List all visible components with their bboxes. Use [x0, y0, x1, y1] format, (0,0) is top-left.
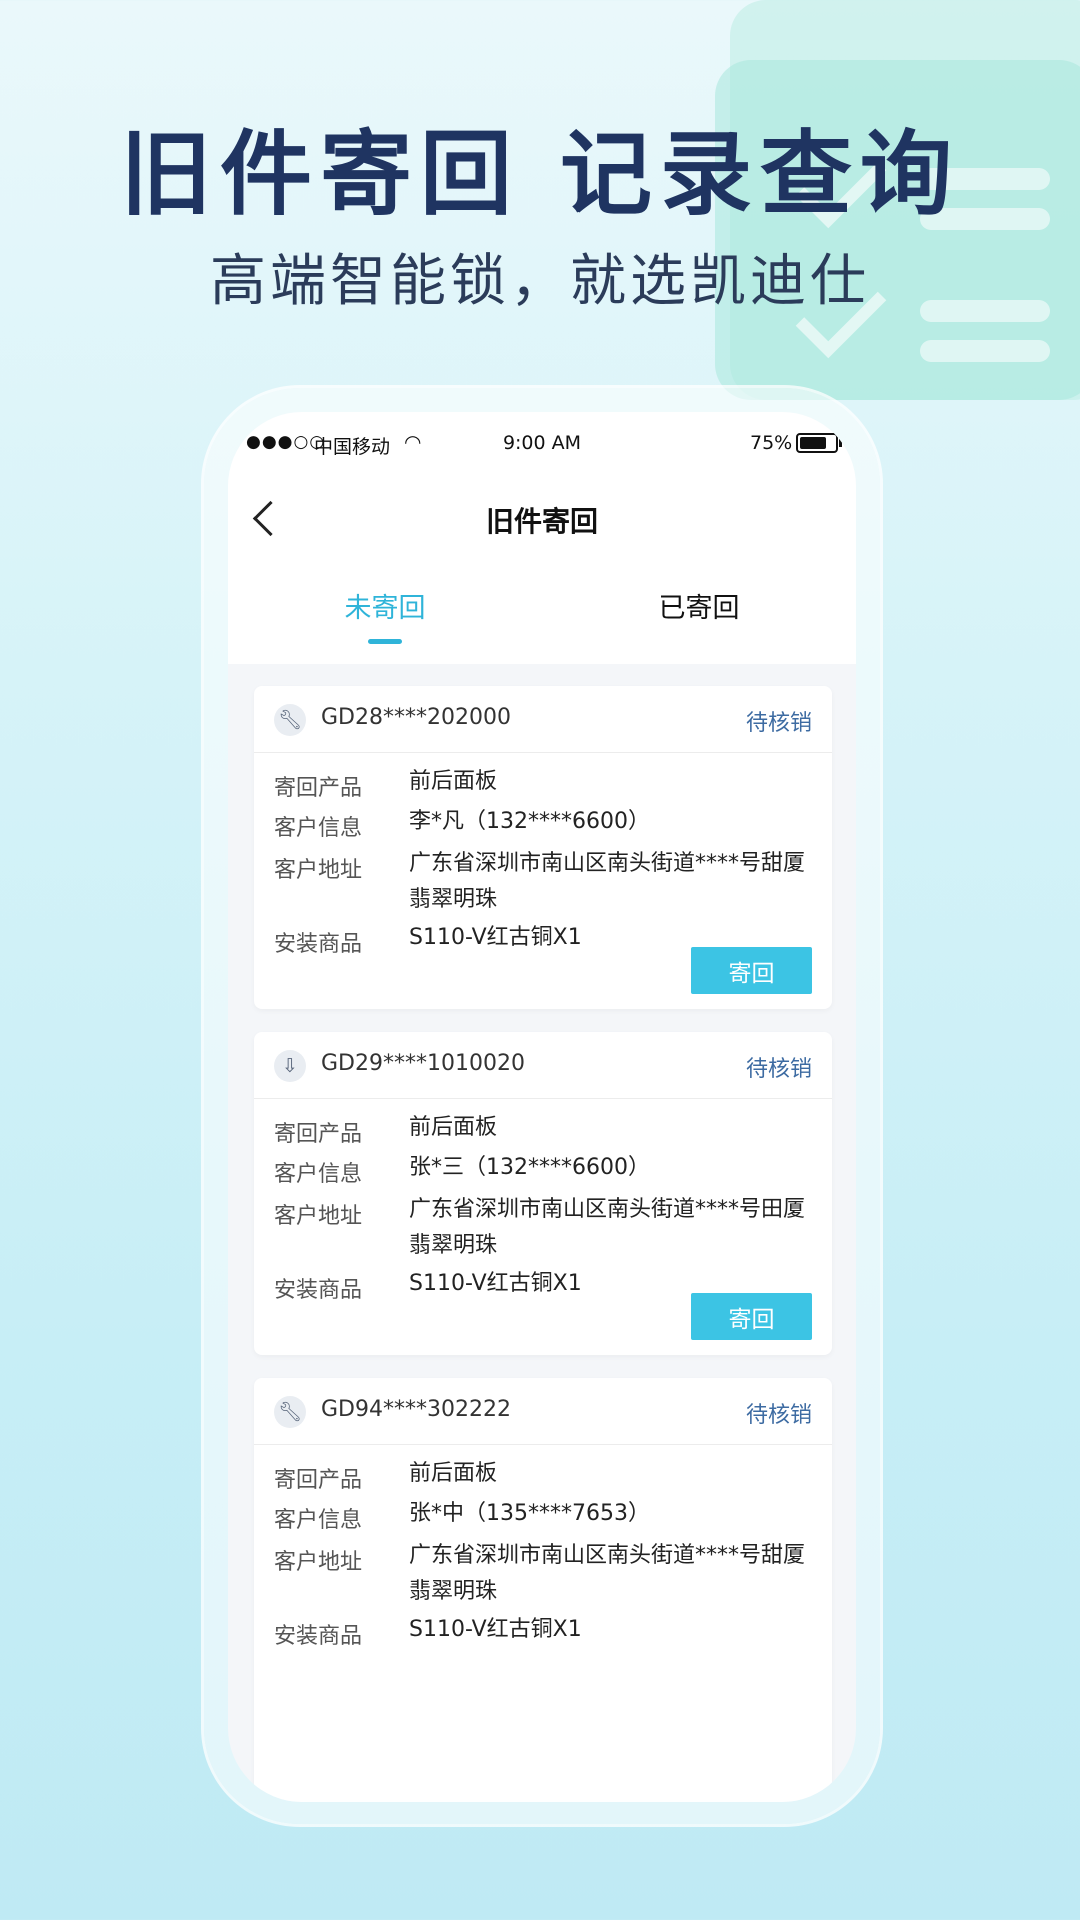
order-number: GD29****1010020: [321, 1051, 525, 1076]
status-badge: 待核销: [745, 711, 812, 736]
goods-value: S110-V红古铜X1: [409, 1617, 582, 1642]
product-value: 前后面板: [409, 1115, 498, 1140]
page-title: 旧件寄回: [485, 505, 598, 538]
order-number: GD94****302222: [321, 1397, 511, 1422]
goods-label: 安装商品: [274, 1278, 363, 1303]
tab-returned[interactable]: 已寄回: [599, 586, 799, 625]
address-value: 广东省深圳市南山区南头街道****号甜厦翡翠明珠: [409, 851, 806, 912]
card-header: ⇩ GD29****1010020 待核销: [254, 1032, 832, 1099]
status-badge: 待核销: [745, 1057, 812, 1082]
promo-subline: 高端智能锁，就选凯迪仕: [210, 249, 870, 314]
customer-value: 李*凡（132****6600）: [409, 809, 650, 834]
product-label: 寄回产品: [274, 1122, 363, 1147]
wrench-icon: 🔧︎: [274, 1396, 306, 1428]
return-button[interactable]: 寄回: [691, 1293, 812, 1340]
status-bar: ●●●○○ 中国移动 ◠ 9:00 AM 75%: [228, 412, 856, 476]
address-value: 广东省深圳市南山区南头街道****号甜厦翡翠明珠: [409, 1543, 806, 1604]
customer-label: 客户信息: [274, 1508, 363, 1533]
battery-percent: 75%: [750, 432, 793, 454]
customer-label: 客户信息: [274, 1162, 363, 1187]
product-label: 寄回产品: [274, 1468, 363, 1493]
customer-value: 张*中（135****7653）: [409, 1501, 650, 1526]
battery-icon: [796, 433, 842, 453]
return-button[interactable]: 寄回: [691, 947, 812, 994]
status-badge: 待核销: [745, 1403, 812, 1428]
tab-active-indicator: [368, 639, 402, 644]
order-card: 🔧︎ GD94****302222 待核销 寄回产品 前后面板 客户信息 张*中…: [254, 1378, 832, 1802]
product-value: 前后面板: [409, 769, 498, 794]
phone-screen: ●●●○○ 中国移动 ◠ 9:00 AM 75% 旧件寄回 未寄回 已寄回 🔧︎…: [228, 412, 856, 1802]
goods-label: 安装商品: [274, 932, 363, 957]
product-value: 前后面板: [409, 1461, 498, 1486]
customer-value: 张*三（132****6600）: [409, 1155, 650, 1180]
address-label: 客户地址: [274, 1204, 363, 1229]
address-value: 广东省深圳市南山区南头街道****号田厦翡翠明珠: [409, 1197, 806, 1258]
tab-bar: 未寄回 已寄回: [228, 566, 856, 664]
promo-headline: 旧件寄回 记录查询: [119, 121, 961, 228]
nav-bar: 旧件寄回: [228, 476, 856, 566]
order-card: ⇩ GD29****1010020 待核销 寄回产品 前后面板 客户信息 张*三…: [254, 1032, 832, 1355]
product-label: 寄回产品: [274, 776, 363, 801]
card-header: 🔧︎ GD28****202000 待核销: [254, 686, 832, 753]
goods-label: 安装商品: [274, 1624, 363, 1649]
card-header: 🔧︎ GD94****302222 待核销: [254, 1378, 832, 1445]
wrench-icon: 🔧︎: [274, 704, 306, 736]
customer-label: 客户信息: [274, 816, 363, 841]
address-label: 客户地址: [274, 858, 363, 883]
tab-not-returned[interactable]: 未寄回: [285, 586, 485, 625]
background-decoration: [920, 340, 1050, 362]
order-card: 🔧︎ GD28****202000 待核销 寄回产品 前后面板 客户信息 李*凡…: [254, 686, 832, 1009]
download-box-icon: ⇩: [274, 1050, 306, 1082]
order-number: GD28****202000: [321, 705, 511, 730]
address-label: 客户地址: [274, 1550, 363, 1575]
